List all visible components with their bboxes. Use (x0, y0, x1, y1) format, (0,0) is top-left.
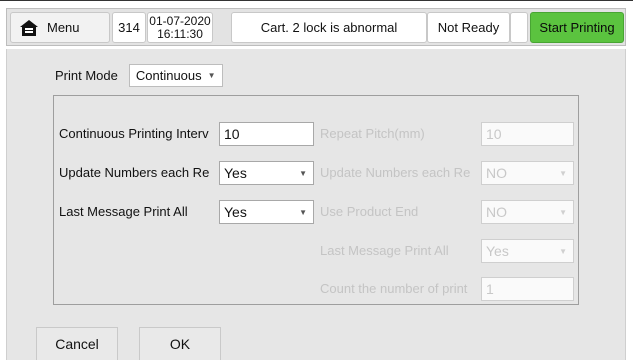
home-icon (20, 19, 38, 36)
last-message-value: Yes (224, 204, 247, 220)
print-mode-row: Print Mode Continuous ▼ (55, 64, 223, 87)
interval-value: 10 (224, 126, 240, 142)
interval-input[interactable]: 10 (219, 122, 314, 146)
product-end-label: Use Product End (320, 204, 419, 219)
print-count: 314 (112, 12, 146, 43)
cancel-button[interactable]: Cancel (36, 327, 118, 360)
window-frame (0, 0, 633, 4)
status-indicator (510, 12, 528, 43)
update-numbers-right-select[interactable]: NO ▼ (481, 161, 574, 185)
update-numbers-value: Yes (224, 165, 247, 181)
start-printing-button[interactable]: Start Printing (530, 12, 624, 43)
chevron-down-icon: ▼ (559, 246, 567, 256)
product-end-select[interactable]: NO ▼ (481, 200, 574, 224)
print-count-value: 1 (486, 281, 494, 297)
status-message: Cart. 2 lock is abnormal (231, 12, 427, 43)
last-message-label: Last Message Print All (59, 204, 188, 219)
print-settings-panel: Print Mode Continuous ▼ Continuous Print… (6, 49, 626, 360)
repeat-pitch-label: Repeat Pitch(mm) (320, 126, 425, 141)
ready-state: Not Ready (427, 12, 510, 43)
status-toolbar: Menu 314 01-07-2020 16:11:30 Cart. 2 loc… (6, 8, 626, 46)
print-mode-select[interactable]: Continuous ▼ (128, 64, 223, 87)
repeat-pitch-value: 10 (486, 126, 502, 142)
repeat-pitch-input[interactable]: 10 (481, 122, 574, 146)
last-message-right-value: Yes (486, 243, 509, 259)
print-mode-value: Continuous (135, 68, 202, 83)
last-message-right-select[interactable]: Yes ▼ (481, 239, 574, 263)
update-numbers-select[interactable]: Yes ▼ (219, 161, 314, 185)
menu-label: Menu (47, 20, 80, 35)
last-message-right-label: Last Message Print All (320, 243, 449, 258)
ok-button[interactable]: OK (139, 327, 221, 360)
menu-button[interactable]: Menu (10, 12, 110, 43)
product-end-value: NO (486, 204, 507, 220)
print-count-input[interactable]: 1 (481, 277, 574, 301)
last-message-select[interactable]: Yes ▼ (219, 200, 314, 224)
chevron-down-icon: ▼ (559, 168, 567, 178)
chevron-down-icon: ▼ (207, 71, 216, 80)
datetime-display: 01-07-2020 16:11:30 (147, 12, 213, 43)
chevron-down-icon: ▼ (299, 207, 307, 217)
time-text: 16:11:30 (157, 26, 203, 41)
print-count-label: Count the number of print (320, 281, 468, 296)
update-numbers-right-value: NO (486, 165, 507, 181)
chevron-down-icon: ▼ (559, 207, 567, 217)
date-text: 01-07-2020 (149, 13, 211, 28)
chevron-down-icon: ▼ (299, 168, 307, 178)
update-numbers-right-label: Update Numbers each Re (320, 165, 471, 180)
update-numbers-label: Update Numbers each Re (59, 165, 210, 180)
print-mode-label: Print Mode (55, 68, 118, 83)
interval-label: Continuous Printing Interv (59, 126, 209, 141)
